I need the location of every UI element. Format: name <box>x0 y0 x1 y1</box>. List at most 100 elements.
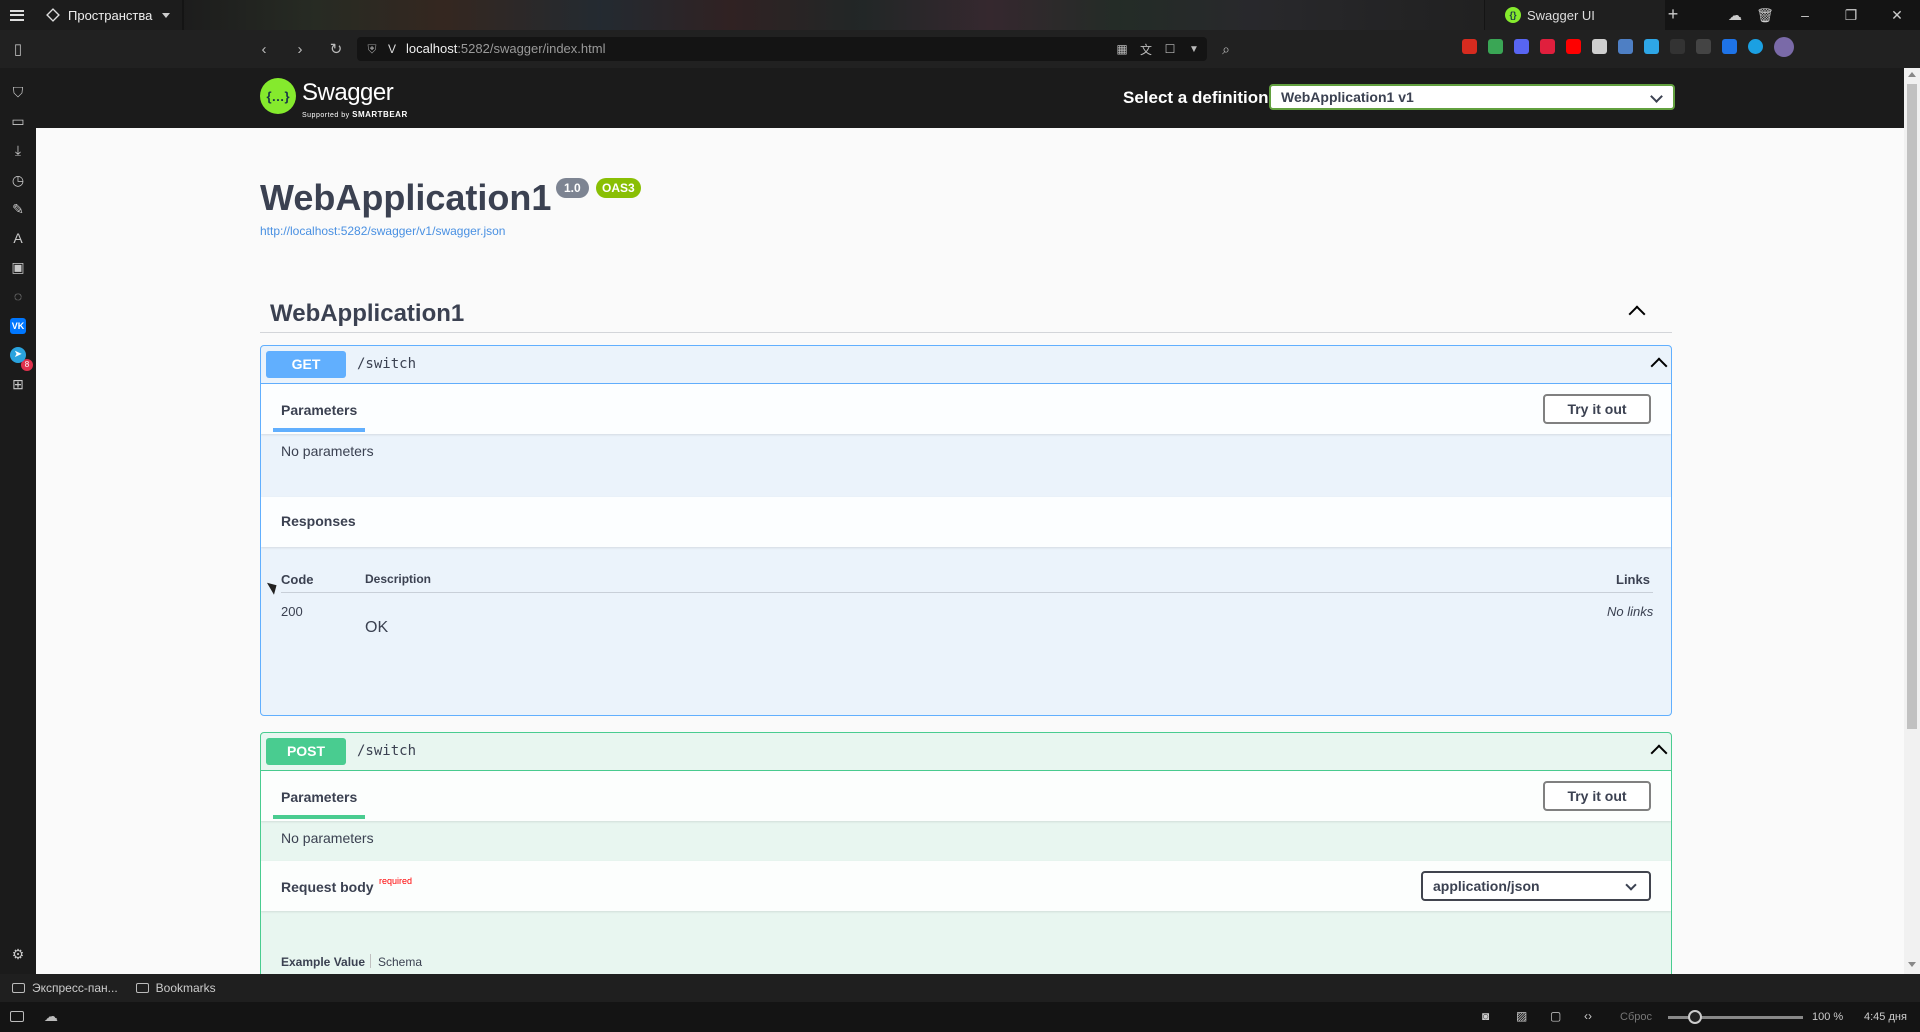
reading-list-icon[interactable]: ▭ <box>10 113 26 129</box>
dropdown-arrow-icon[interactable]: ▼ <box>1180 30 1208 68</box>
hamburger-icon <box>10 9 24 21</box>
spaces-icon <box>46 8 60 22</box>
history-icon[interactable]: ◷ <box>10 172 26 188</box>
scroll-up-arrow-icon[interactable] <box>1908 72 1916 77</box>
forward-button[interactable]: › <box>286 30 314 68</box>
extension-icon[interactable] <box>1696 39 1711 54</box>
operation-path: /switch <box>357 743 417 759</box>
responses-header: Responses <box>261 497 1671 547</box>
browser-menu-button[interactable] <box>0 0 34 30</box>
scrollbar-thumb[interactable] <box>1907 84 1917 729</box>
chat-icon[interactable]: ◌ <box>10 288 26 304</box>
try-it-out-button[interactable]: Try it out <box>1543 394 1651 424</box>
translate-panel-icon[interactable]: A <box>10 230 26 246</box>
spaces-label: Пространства <box>68 7 153 23</box>
chevron-down-icon <box>1625 879 1637 891</box>
url-path: :5282/swagger/index.html <box>457 41 606 56</box>
swagger-logo-icon[interactable]: {…} <box>260 78 296 114</box>
spec-url-link[interactable]: http://localhost:5282/swagger/v1/swagger… <box>260 224 505 238</box>
bookmark-label: Bookmarks <box>155 981 216 995</box>
back-button[interactable]: ‹ <box>250 30 278 68</box>
add-panel-icon[interactable]: ⊞ <box>10 376 26 392</box>
operation-summary[interactable]: GET /switch <box>261 346 1671 384</box>
minimize-button[interactable]: – <box>1788 0 1822 30</box>
settings-gear-icon[interactable]: ⚙ <box>10 946 26 962</box>
speed-dial-icon <box>12 983 25 993</box>
discord-extension-icon[interactable] <box>1514 39 1529 54</box>
content-type-select[interactable]: application/json <box>1421 871 1651 901</box>
extension-icon[interactable] <box>1670 39 1685 54</box>
tag-name: WebApplication1 <box>270 300 465 327</box>
new-tab-button[interactable]: + <box>1662 0 1684 30</box>
trash-icon[interactable]: 🗑 <box>1748 0 1782 30</box>
zoom-slider-handle[interactable] <box>1688 1010 1702 1024</box>
zoom-level[interactable]: 100 % <box>1812 1011 1843 1023</box>
extension-icon[interactable] <box>1540 39 1555 54</box>
operation-get-switch: GET /switch Parameters Try it out No par… <box>260 345 1672 716</box>
extension-icon[interactable] <box>1748 39 1763 54</box>
screenshot-icon[interactable]: ◙ <box>1482 1009 1489 1023</box>
zoom-reset-button[interactable]: Сброс <box>1620 1011 1652 1023</box>
response-description: OK <box>365 619 389 636</box>
close-window-button[interactable]: ✕ <box>1880 0 1914 30</box>
url-host: localhost <box>406 41 458 56</box>
parameters-tab[interactable]: Parameters <box>281 402 357 418</box>
background-tabs[interactable] <box>184 0 1484 30</box>
active-tab-title: Swagger UI <box>1527 7 1595 23</box>
extension-icon[interactable] <box>1644 39 1659 54</box>
schema-tab[interactable]: Schema <box>378 955 422 969</box>
url-text[interactable]: localhost:5282/swagger/index.html <box>406 41 605 56</box>
extension-icon[interactable] <box>1488 39 1503 54</box>
try-it-out-button[interactable]: Try it out <box>1543 781 1651 811</box>
oas-badge: OAS3 <box>596 178 641 198</box>
cloud-icon[interactable]: ☁ <box>1718 0 1752 30</box>
tile-icon[interactable]: ▢ <box>1550 1009 1561 1023</box>
vk-extension-icon[interactable] <box>1618 39 1633 54</box>
vpn-icon[interactable]: V <box>378 30 406 68</box>
restore-button[interactable]: ❐ <box>1834 0 1868 30</box>
downloads-icon[interactable]: ⤓ <box>10 142 26 158</box>
bookmark-speed-dial[interactable]: Экспресс-пан... <box>12 981 118 995</box>
operation-summary[interactable]: POST /switch <box>261 733 1671 771</box>
panel-toggle-icon[interactable]: ▯ <box>4 30 32 68</box>
bookmarks-icon[interactable]: ⛉ <box>10 84 26 100</box>
extension-icon[interactable] <box>1722 39 1737 54</box>
telegram-icon[interactable]: ➤ <box>10 347 26 363</box>
tab-active-indicator <box>273 815 365 819</box>
chevron-up-icon[interactable] <box>1650 357 1668 375</box>
search-icon[interactable]: ⌕ <box>1212 30 1240 68</box>
page-scrollbar[interactable] <box>1904 68 1920 974</box>
calendar-icon[interactable]: ▣ <box>10 259 26 275</box>
chevron-down-icon <box>162 12 171 18</box>
swagger-logo-subtitle: Supported by SMARTBEAR <box>302 110 408 119</box>
notes-icon[interactable]: ✎ <box>10 201 26 217</box>
reload-button[interactable]: ↻ <box>322 30 350 68</box>
tag-section-header[interactable]: WebApplication1 <box>260 292 1672 333</box>
browser-sidebar: ⛉ ▭ ⤓ ◷ ✎ A ▣ 8 ◌ VK ➤ ⊞ ⚙ <box>0 68 36 974</box>
code-icon[interactable]: ‹› <box>1584 1009 1592 1023</box>
chevron-up-icon[interactable] <box>1628 305 1646 323</box>
scroll-down-arrow-icon[interactable] <box>1908 962 1916 967</box>
panel-icon[interactable] <box>10 1011 24 1022</box>
bookmark-folder[interactable]: Bookmarks <box>135 981 216 995</box>
chevron-up-icon[interactable] <box>1650 744 1668 762</box>
vk-icon[interactable]: VK <box>10 318 26 334</box>
method-badge: POST <box>266 738 346 765</box>
definition-select[interactable]: WebApplication1 v1 <box>1269 84 1675 110</box>
parameters-tab[interactable]: Parameters <box>281 789 357 805</box>
cloud-sync-icon[interactable]: ☁ <box>44 1008 58 1025</box>
status-bar: ☁ ◙ ▨ ▢ ‹› Сброс 100 % 4:45 дня <box>0 1002 1920 1032</box>
extension-icon[interactable] <box>1592 39 1607 54</box>
spaces-menu[interactable]: Пространства <box>0 0 182 30</box>
profile-avatar[interactable] <box>1774 37 1794 57</box>
pdf-extension-icon[interactable] <box>1462 39 1477 54</box>
column-header-code: Code <box>281 572 314 587</box>
active-tab[interactable]: {} Swagger UI <box>1485 0 1665 30</box>
bookmarks-bar: Экспресс-пан... Bookmarks <box>0 974 1920 1002</box>
image-icon[interactable]: ▨ <box>1516 1009 1527 1023</box>
swagger-logo-text: Swagger <box>302 79 394 106</box>
bookmark-label: Экспресс-пан... <box>32 981 118 995</box>
example-value-tab[interactable]: Example Value <box>281 955 365 969</box>
api-title: WebApplication1 <box>260 177 552 218</box>
youtube-extension-icon[interactable] <box>1566 39 1581 54</box>
